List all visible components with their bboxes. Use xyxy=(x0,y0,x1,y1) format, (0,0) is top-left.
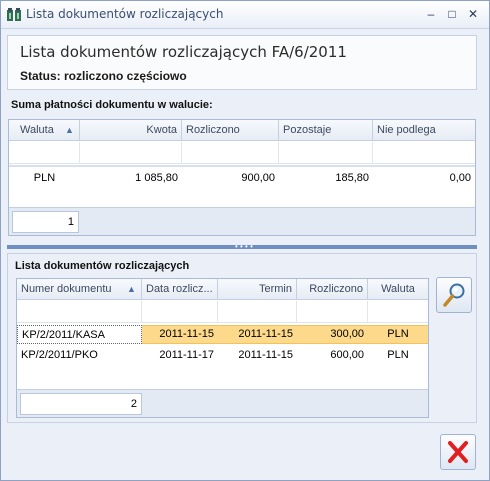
table-row[interactable]: KP/2/2011/KASA 2011-11-15 2011-11-15 300… xyxy=(17,325,428,344)
payments-filter-row[interactable] xyxy=(9,142,475,164)
payments-header-row: Waluta ▲ Kwota Rozliczono Pozostaje Nie … xyxy=(9,120,475,141)
documents-header-row: Numer dokumentu ▲ Data rozlicz... Termin… xyxy=(17,279,428,300)
minimize-button[interactable]: ‒ xyxy=(423,6,439,22)
preview-document-button[interactable] xyxy=(436,277,472,313)
window-title: Lista dokumentów rozliczających xyxy=(26,7,224,21)
cell-rozliczono: 600,00 xyxy=(330,349,364,361)
column-header-label: Numer dokumentu xyxy=(21,283,112,295)
filter-cell xyxy=(218,301,297,323)
document-header: Lista dokumentów rozliczających FA/6/201… xyxy=(7,35,477,90)
payments-row-count: 1 xyxy=(12,211,79,233)
column-header-rozliczono[interactable]: Rozliczono xyxy=(182,120,279,141)
documents-footer: 2 xyxy=(17,389,428,417)
payments-footer: 1 xyxy=(9,207,475,235)
filter-cell xyxy=(9,142,80,164)
document-title: Lista dokumentów rozliczających FA/6/201… xyxy=(20,43,347,61)
cell-rozliczono: 900,00 xyxy=(241,172,275,184)
column-header-numer-dokumentu[interactable]: Numer dokumentu ▲ xyxy=(17,279,142,300)
cell-waluta: PLN xyxy=(387,328,409,340)
filter-cell xyxy=(17,301,142,323)
cell-nie-podlega: 0,00 xyxy=(449,172,471,184)
row-separator xyxy=(9,165,475,167)
cell-numer: KP/2/2011/PKO xyxy=(21,349,98,361)
table-row[interactable]: PLN 1 085,80 900,00 185,80 0,00 xyxy=(9,169,475,188)
filter-cell xyxy=(142,301,218,323)
cell-waluta: PLN xyxy=(387,349,409,361)
cell-data: 2011-11-17 xyxy=(159,349,214,361)
sort-ascending-icon: ▲ xyxy=(65,125,74,135)
dialog-window: Lista dokumentów rozliczających ‒ □ ✕ Li… xyxy=(0,0,490,481)
documents-grid: Numer dokumentu ▲ Data rozlicz... Termin… xyxy=(16,278,429,418)
sort-ascending-icon: ▲ xyxy=(127,284,136,294)
filter-cell xyxy=(80,142,182,164)
cell-rozliczono: 300,00 xyxy=(330,328,364,340)
column-header-pozostaje[interactable]: Pozostaje xyxy=(279,120,373,141)
splitter-grip-icon: • • • • xyxy=(235,242,253,251)
column-header-nie-podlega[interactable]: Nie podlega xyxy=(373,120,475,141)
cell-kwota: 1 085,80 xyxy=(135,172,178,184)
table-row[interactable]: KP/2/2011/PKO 2011-11-17 2011-11-15 600,… xyxy=(17,346,428,365)
filter-cell xyxy=(182,142,279,164)
payments-grid: Waluta ▲ Kwota Rozliczono Pozostaje Nie … xyxy=(8,119,476,236)
title-bar: Lista dokumentów rozliczających ‒ □ ✕ xyxy=(1,1,489,29)
payments-section-label: Suma płatności dokumentu w walucie: xyxy=(11,99,213,111)
cell-data: 2011-11-15 xyxy=(159,328,214,340)
close-window-button[interactable]: ✕ xyxy=(465,6,481,22)
close-dialog-button[interactable] xyxy=(440,434,476,470)
panel-splitter[interactable]: • • • • xyxy=(7,242,477,251)
column-header-waluta[interactable]: Waluta xyxy=(368,279,428,300)
documents-row-count: 2 xyxy=(20,393,142,415)
documents-section-label: Lista dokumentów rozliczających xyxy=(15,260,190,272)
column-header-kwota[interactable]: Kwota xyxy=(80,120,182,141)
cell-pozostaje: 185,80 xyxy=(335,172,369,184)
cell-termin: 2011-11-15 xyxy=(238,349,293,361)
filter-cell xyxy=(297,301,368,323)
cell-numer: KP/2/2011/KASA xyxy=(17,325,142,344)
column-header-termin[interactable]: Termin xyxy=(218,279,297,300)
documents-filter-row[interactable] xyxy=(17,301,428,323)
column-header-label: Waluta xyxy=(20,124,54,136)
app-icon xyxy=(6,7,22,23)
maximize-button[interactable]: □ xyxy=(444,6,460,22)
cell-waluta: PLN xyxy=(33,172,56,184)
cell-termin: 2011-11-15 xyxy=(238,328,293,340)
filter-cell xyxy=(279,142,373,164)
column-header-rozliczono[interactable]: Rozliczono xyxy=(297,279,368,300)
column-header-data-rozliczenia[interactable]: Data rozlicz... xyxy=(142,279,218,300)
column-header-waluta[interactable]: Waluta ▲ xyxy=(9,120,80,141)
status-text: Status: rozliczono częściowo xyxy=(20,69,187,83)
